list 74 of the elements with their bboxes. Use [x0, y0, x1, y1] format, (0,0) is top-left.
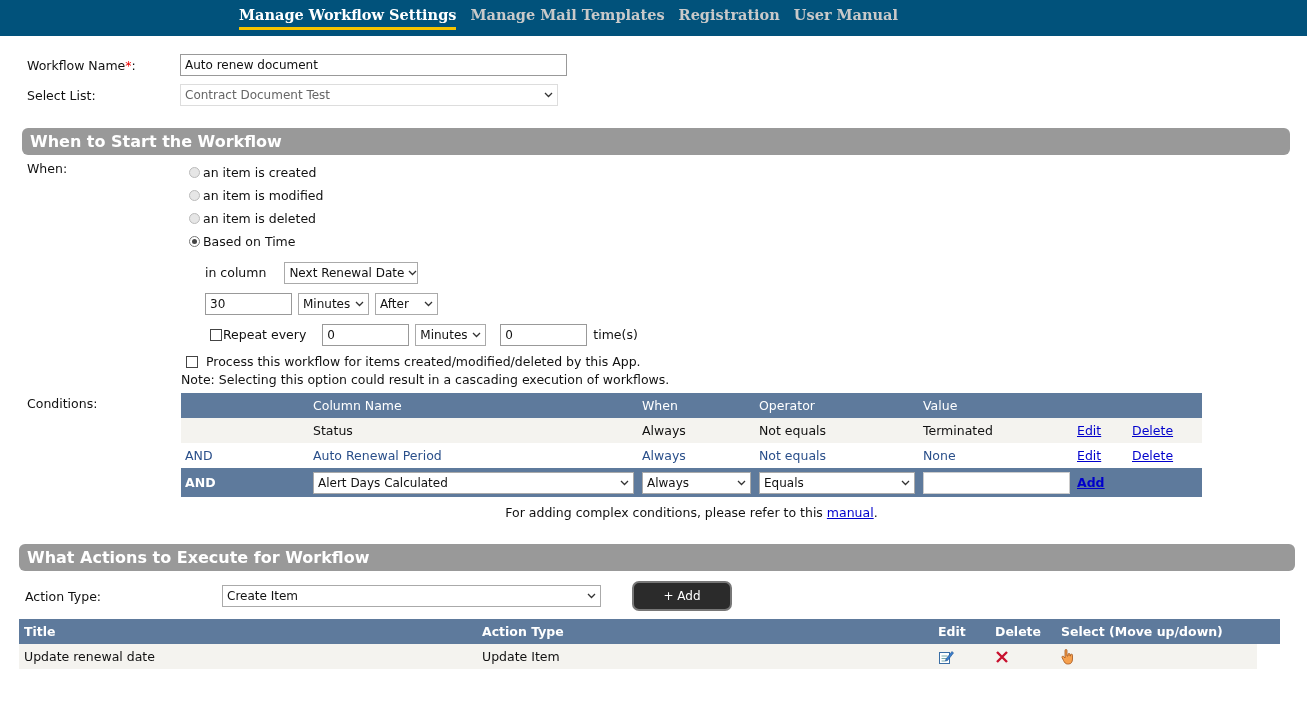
table-cell-text: Not equals — [759, 423, 828, 438]
offset-field[interactable]: 30 — [205, 292, 292, 315]
nav-tab[interactable]: Registration — [678, 0, 780, 30]
column-header: Action Type — [482, 624, 565, 639]
hand-pointer-icon[interactable] — [1061, 648, 1075, 665]
column-header: Select (Move up/down) — [1061, 624, 1224, 639]
column-header: Edit — [938, 624, 967, 639]
caret-icon — [737, 479, 746, 486]
delete-link[interactable]: Delete — [1132, 423, 1174, 438]
edit-link[interactable]: Edit — [1077, 423, 1102, 438]
pencil-note-icon[interactable] — [938, 648, 954, 665]
section-header: When to Start the Workflow — [22, 128, 1290, 155]
column-header: Value — [923, 398, 959, 413]
field-label: in column — [205, 265, 267, 280]
caret-icon — [424, 300, 433, 307]
table-cell-text: Status — [313, 423, 354, 438]
delete-link[interactable]: Delete — [1132, 448, 1174, 463]
caret-icon — [620, 479, 629, 486]
table-cell-text: Always — [642, 423, 687, 438]
column-header: Delete — [995, 624, 1043, 639]
help-text: For adding complex conditions, please refer to this manual. — [504, 505, 879, 520]
field-label: time(s) — [593, 327, 638, 342]
interval-field[interactable]: 0 — [322, 323, 410, 346]
field-label: Conditions: — [27, 395, 99, 413]
when-select[interactable]: Always — [642, 471, 751, 494]
table-cell-text: Update renewal date — [23, 649, 156, 664]
field-label: Select List: — [27, 87, 97, 103]
field-label: Workflow Name*: — [27, 57, 137, 73]
trigger-radio[interactable]: an item is deleted — [189, 207, 670, 230]
caret-icon — [472, 331, 482, 338]
table-cell-text: Update Item — [482, 649, 561, 664]
field-label: Action Type: — [25, 588, 103, 604]
operator-select[interactable]: Equals — [759, 471, 915, 494]
table-cell-text: None — [923, 448, 957, 463]
caret-icon — [355, 300, 364, 307]
table-cell-text: Always — [642, 448, 687, 463]
action-type-select[interactable]: Create Item — [222, 585, 601, 607]
caret-icon — [587, 593, 596, 599]
column-header: Column Name — [313, 398, 403, 413]
edit-link[interactable]: Edit — [1077, 448, 1102, 463]
table-cell-text: Terminated — [923, 423, 994, 438]
table-cell-text: Not equals — [759, 448, 828, 463]
workflow-name-field[interactable]: Auto renew document — [180, 54, 567, 76]
add-button[interactable]: + Add — [632, 581, 732, 611]
manual-link[interactable]: manual — [826, 505, 874, 520]
column-header: Title — [23, 624, 57, 639]
unit-select[interactable]: Minutes — [298, 292, 369, 315]
unit-select[interactable]: Minutes — [415, 323, 487, 346]
nav-tab[interactable]: User Manual — [793, 0, 898, 30]
column-header: When — [642, 398, 679, 413]
field-label: Repeat every — [223, 327, 307, 342]
value-field[interactable] — [923, 471, 1070, 494]
column-header: Operator — [759, 398, 816, 413]
trigger-radio[interactable]: Based on Time — [189, 230, 670, 253]
note-text: Note: Selecting this option could result in a cascading execution of workflows. — [181, 372, 670, 387]
table-cell: AND — [185, 448, 213, 463]
column-select[interactable]: Next Renewal Date — [284, 261, 419, 284]
section-header: What Actions to Execute for Workflow — [19, 544, 1295, 571]
caret-icon — [408, 269, 418, 276]
trigger-radio[interactable]: an item is modified — [189, 184, 670, 207]
field-label: Process this workflow for items created/modified/deleted by this App. — [206, 354, 641, 369]
count-field[interactable]: 0 — [500, 323, 588, 346]
connector-label: AND — [185, 475, 216, 490]
direction-select[interactable]: After — [375, 292, 438, 315]
nav-tab[interactable]: Manage Mail Templates — [470, 0, 665, 30]
repeat-checkbox[interactable] — [210, 328, 222, 341]
table-cell-text: Auto Renewal Period — [313, 448, 443, 463]
nav-tab[interactable]: Manage Workflow Settings — [239, 0, 457, 30]
trigger-radio[interactable]: an item is created — [189, 161, 670, 184]
caret-icon — [901, 479, 910, 486]
process-checkbox[interactable] — [186, 355, 198, 368]
column-select[interactable]: Alert Days Calculated — [313, 471, 634, 494]
caret-icon — [544, 92, 553, 98]
delete-icon[interactable] — [995, 649, 1009, 664]
